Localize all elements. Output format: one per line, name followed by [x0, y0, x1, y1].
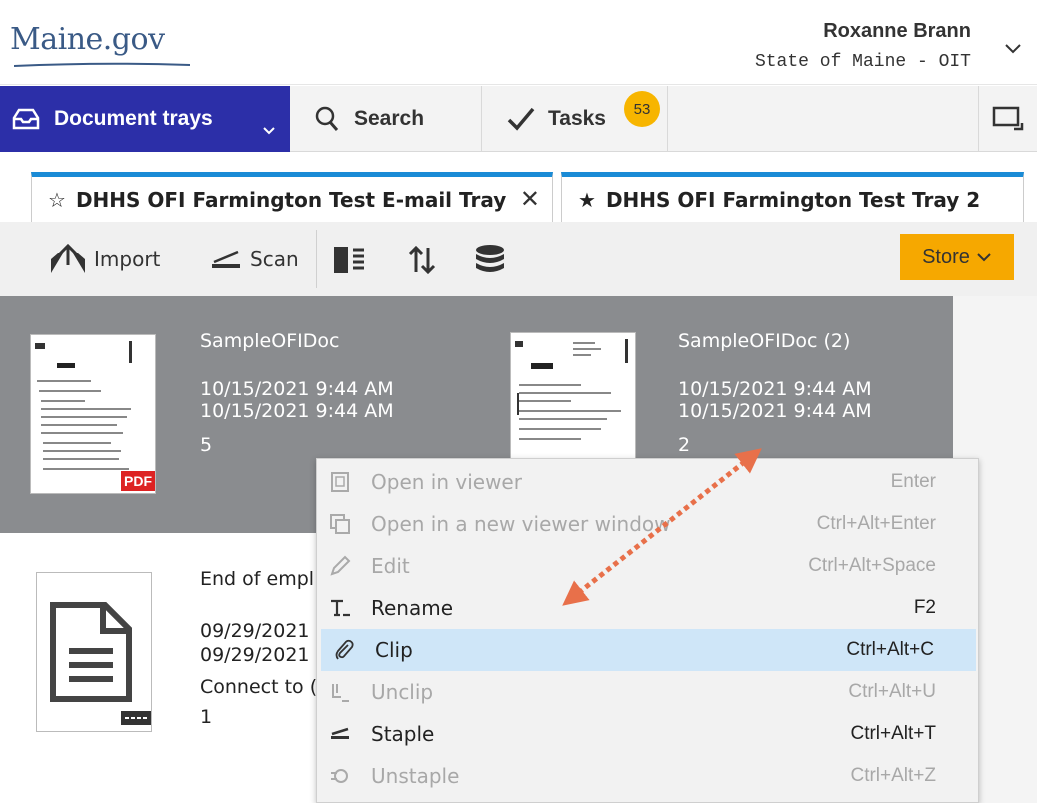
document-page-count: 5 [200, 434, 213, 456]
tasks-count-badge: 53 [624, 91, 660, 127]
document-page-count: 1 [200, 706, 213, 728]
nav-search[interactable]: Search [290, 86, 482, 152]
menu-item-shortcut: Ctrl+Alt+Enter [816, 513, 936, 534]
scanner-icon [212, 250, 240, 268]
user-organization: State of Maine - OIT [754, 52, 971, 72]
document-preview-icon [35, 341, 132, 470]
import-button[interactable]: Import [48, 222, 160, 296]
tab-tray-2[interactable]: ★ DHHS OFI Farmington Test Tray 2 [561, 172, 1024, 222]
window-icon [992, 106, 1024, 131]
app-header: Maine.gov Roxanne Brann State of Maine -… [0, 0, 1037, 85]
maine-gov-logo[interactable]: Maine.gov [10, 22, 165, 57]
tray-icon [12, 108, 40, 130]
generic-document-icon [50, 602, 151, 725]
menu-item-shortcut: Ctrl+Alt+Z [850, 765, 936, 786]
menu-item-shortcut: Ctrl+Alt+T [850, 723, 936, 744]
menu-item-label: Open in viewer [371, 470, 522, 494]
import-label: Import [94, 247, 161, 271]
menu-item-shortcut: Ctrl+Alt+U [848, 681, 936, 702]
star-outline-icon[interactable]: ☆ [48, 188, 66, 212]
store-button[interactable]: Store [900, 234, 1014, 280]
menu-item-shortcut: F2 [913, 597, 936, 618]
menu-item-clip[interactable]: Clip Ctrl+Alt+C [321, 629, 976, 671]
document-context-menu: Open in viewer Enter Open in a new viewe… [316, 458, 979, 803]
logo-swoosh [14, 62, 190, 67]
menu-item-label: Rename [371, 596, 454, 620]
menu-item-rename[interactable]: Rename F2 [317, 587, 978, 629]
document-title[interactable]: End of empl [200, 568, 314, 590]
chevron-down-icon [977, 253, 991, 262]
document-created-date: 10/15/2021 9:44 AM [678, 378, 872, 400]
menu-item-unclip[interactable]: Unclip Ctrl+Alt+U [317, 671, 978, 713]
menu-item-shortcut: Ctrl+Alt+Space [808, 555, 936, 576]
main-nav: Document trays Search Tasks 53 [0, 86, 1037, 152]
nav-tasks-label: Tasks [548, 107, 606, 130]
star-filled-icon[interactable]: ★ [578, 188, 596, 212]
sort-icon[interactable] [404, 244, 440, 276]
menu-item-label: Clip [375, 638, 413, 662]
menu-item-open-in-viewer[interactable]: Open in viewer Enter [317, 461, 978, 503]
database-icon[interactable] [472, 244, 508, 276]
new-window-icon [330, 514, 350, 534]
tray-toolbar: Import Scan Store [0, 222, 1037, 296]
pdf-badge: PDF [121, 471, 155, 491]
menu-item-edit[interactable]: Edit Ctrl+Alt+Space [317, 545, 978, 587]
nav-document-trays-label: Document trays [54, 107, 213, 130]
chevron-down-icon[interactable] [1001, 36, 1025, 60]
tab-email-tray[interactable]: ☆ DHHS OFI Farmington Test E-mail Tray ✕ [31, 172, 553, 222]
unclip-icon [332, 684, 349, 702]
menu-item-label: Unstaple [371, 764, 460, 788]
pencil-icon [330, 555, 351, 576]
new-window-button[interactable] [978, 86, 1037, 152]
document-thumbnail[interactable] [36, 572, 152, 732]
nav-search-label: Search [354, 107, 425, 130]
menu-item-open-new-viewer-window[interactable]: Open in a new viewer window Ctrl+Alt+Ent… [317, 503, 978, 545]
view-details-icon[interactable] [332, 244, 368, 276]
tab-label: DHHS OFI Farmington Test E-mail Tray [75, 187, 507, 212]
nav-document-trays[interactable]: Document trays [0, 86, 290, 152]
document-title[interactable]: SampleOFIDoc [200, 330, 339, 352]
close-icon[interactable]: ✕ [520, 185, 540, 213]
menu-item-label: Staple [371, 722, 435, 746]
menu-item-label: Unclip [371, 680, 434, 704]
unstaple-icon [331, 769, 348, 783]
search-icon [315, 106, 339, 131]
paperclip-icon [335, 639, 354, 660]
menu-item-unstaple[interactable]: Unstaple Ctrl+Alt+Z [317, 755, 978, 797]
import-icon [51, 243, 85, 273]
scan-label: Scan [250, 247, 299, 271]
menu-item-label: Open in a new viewer window [371, 512, 671, 536]
tray-tabs: ☆ DHHS OFI Farmington Test E-mail Tray ✕… [0, 152, 1037, 222]
scan-button[interactable]: Scan [210, 222, 299, 296]
document-created-date: 10/15/2021 9:44 AM [200, 378, 394, 400]
rename-icon [331, 599, 350, 617]
document-modified-date: 09/29/2021 [200, 644, 310, 666]
menu-item-shortcut: Enter [890, 471, 936, 492]
document-title[interactable]: SampleOFIDoc (2) [678, 330, 850, 352]
document-created-date: 09/29/2021 [200, 620, 310, 642]
document-page-count: 2 [678, 434, 691, 456]
user-name: Roxanne Brann [823, 20, 971, 42]
document-modified-date: 10/15/2021 9:44 AM [200, 400, 394, 422]
store-label: Store [922, 245, 970, 268]
viewer-icon [331, 472, 349, 492]
menu-item-staple[interactable]: Staple Ctrl+Alt+T [317, 713, 978, 755]
menu-item-shortcut: Ctrl+Alt+C [846, 639, 934, 660]
chevron-down-icon[interactable] [262, 126, 276, 136]
check-icon [507, 107, 535, 131]
document-thumbnail[interactable]: PDF [30, 334, 156, 494]
document-connection: Connect to ( [200, 676, 318, 698]
stapler-icon [331, 727, 349, 739]
menu-item-label: Edit [371, 554, 410, 578]
tab-label: DHHS OFI Farmington Test Tray 2 [605, 187, 981, 212]
document-modified-date: 10/15/2021 9:44 AM [678, 400, 872, 422]
toolbar-divider [316, 230, 317, 288]
